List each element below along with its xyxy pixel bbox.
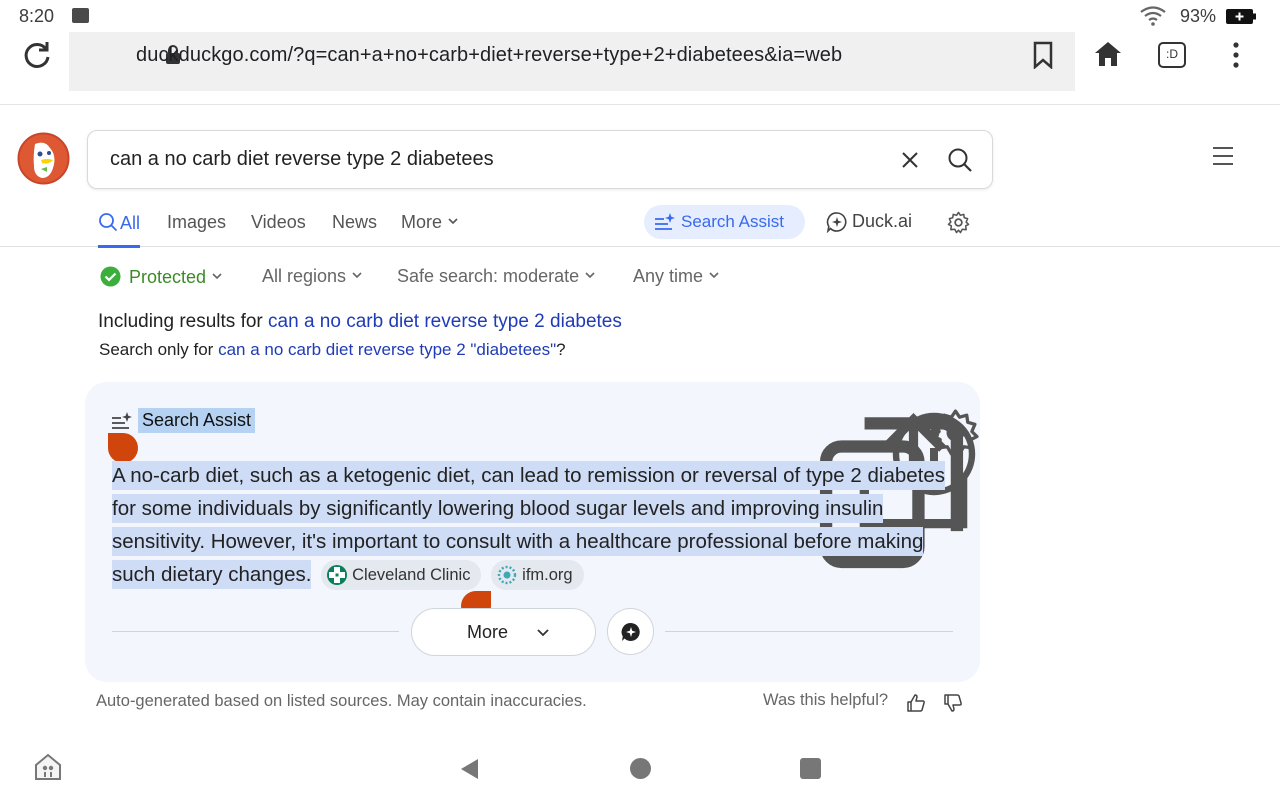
divider [112,631,399,632]
address-bar[interactable]: duckduckgo.com/?q=can+a+no+carb+diet+rev… [69,32,1075,91]
more-label: More [467,622,509,642]
search-input[interactable]: can a no carb diet reverse type 2 diabet… [110,148,494,171]
thumbs-up-icon[interactable] [906,693,926,713]
search-assist-card: Search Assist A no-carb diet, such as a … [85,382,980,682]
home-icon[interactable] [1093,40,1123,68]
search-filters: Protected All regions Safe search: moder… [0,264,1280,292]
region-filter[interactable]: All regions [262,266,362,287]
search-assist-label: Search Assist [681,212,784,231]
battery-percent: 93% [1180,6,1217,26]
battery-icon [1226,9,1256,24]
source-chip-cleveland-clinic[interactable]: Cleveland Clinic [321,560,482,590]
check-circle-icon [100,266,121,287]
corrected-query-link[interactable]: can a no carb diet reverse type 2 diabet… [268,311,622,332]
original-query-link[interactable]: can a no carb diet reverse type 2 "diabe… [218,340,556,359]
time-label: Any time [633,266,704,286]
hamburger-menu-icon[interactable] [1211,145,1235,167]
chevron-down-icon [537,629,549,637]
tabs-switcher-button[interactable]: :D [1158,42,1186,68]
search-icon [99,213,118,232]
chat-sparkle-icon [826,212,847,233]
bookmark-icon[interactable] [1032,41,1054,69]
time-filter[interactable]: Any time [633,266,719,287]
safe-search-label: Safe search: moderate [397,266,580,286]
status-bar: 8:20 93% [0,0,1280,32]
tab-videos[interactable]: Videos [251,212,306,233]
clear-icon[interactable] [900,150,920,170]
chevron-down-icon [448,218,458,225]
including-results: Including results for can a no carb diet… [98,311,622,333]
duck-ai-label: Duck.ai [852,211,913,231]
tabs-badge: :D [1166,47,1178,61]
assist-title-label: Search Assist [138,408,256,433]
chevron-down-icon [709,272,719,279]
browser-toolbar: duckduckgo.com/?q=can+a+no+carb+diet+rev… [0,32,1280,105]
search-tabs: All Images Videos News More Search Assis… [0,200,1280,248]
helpful-prompt: Was this helpful? [763,691,889,709]
tab-more-label: More [401,212,443,232]
source-chip-ifm[interactable]: ifm.org [491,560,584,590]
safe-search-filter[interactable]: Safe search: moderate [397,266,595,287]
url-text[interactable]: duckduckgo.com/?q=can+a+no+carb+diet+rev… [136,44,842,67]
reload-icon[interactable] [21,39,53,71]
search-only-suffix: ? [556,340,566,359]
system-navigation-bar [0,740,1280,800]
tab-images[interactable]: Images [167,212,226,233]
tab-all[interactable]: All [98,212,141,248]
source-name: Cleveland Clinic [352,566,471,584]
protected-label: Protected [129,267,207,287]
assist-answer: A no-carb diet, such as a ketogenic diet… [112,459,972,591]
follow-up-chat-button[interactable] [607,608,654,655]
protected-filter[interactable]: Protected [100,266,222,288]
tab-more[interactable]: More [401,212,458,233]
tab-all-label: All [120,213,141,233]
tab-news[interactable]: News [332,212,377,233]
search-box[interactable]: can a no carb diet reverse type 2 diabet… [87,130,993,189]
source-name: ifm.org [522,566,573,584]
disclaimer-text: Auto-generated based on listed sources. … [96,692,587,710]
app-drawer-icon[interactable] [33,752,63,782]
photo-notification-icon [72,8,89,23]
cleveland-clinic-icon [327,565,348,585]
divider [665,631,953,632]
status-time: 8:20 [19,6,55,26]
more-button[interactable]: More [411,608,596,656]
home-nav-icon[interactable] [630,758,651,779]
search-assist-button[interactable]: Search Assist [644,205,805,239]
chevron-down-icon [212,273,222,280]
back-icon[interactable] [458,757,480,781]
chevron-down-icon [585,272,595,279]
overflow-menu-icon[interactable] [1226,41,1246,69]
sparkle-list-icon [112,412,132,429]
region-label: All regions [262,266,347,286]
gear-icon[interactable] [931,408,980,457]
search-only-prefix: Search only for [99,340,219,359]
thumbs-down-icon[interactable] [943,693,963,713]
recent-apps-icon[interactable] [800,758,821,779]
search-only-for: Search only for can a no carb diet rever… [99,340,566,360]
wifi-icon [1140,6,1166,26]
including-prefix: Including results for [98,311,269,332]
chevron-down-icon [352,272,362,279]
duckduckgo-logo[interactable] [17,132,70,185]
settings-gear-icon[interactable] [947,211,970,234]
chat-bubble-icon [621,622,640,641]
search-icon[interactable] [947,147,973,173]
sparkle-list-icon [655,213,675,230]
ifm-icon [497,565,517,585]
